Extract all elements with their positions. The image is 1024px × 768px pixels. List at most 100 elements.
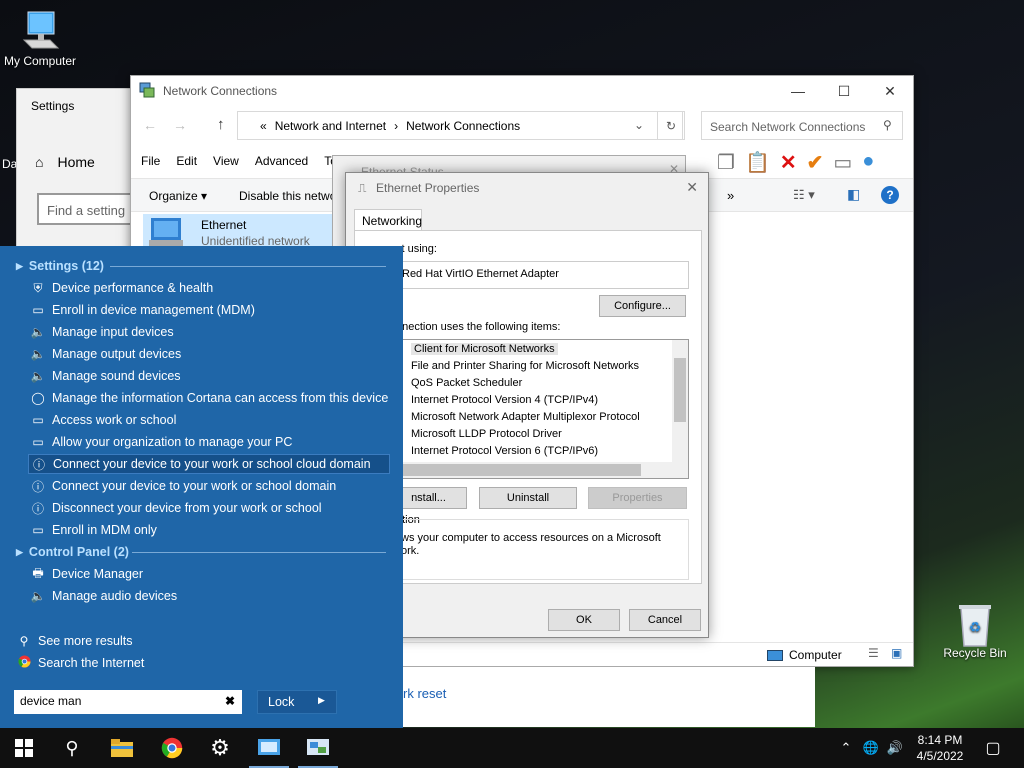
- checkmark-icon[interactable]: ✔: [807, 150, 824, 175]
- network-reset-link[interactable]: rk reset: [403, 686, 446, 701]
- start-search-input[interactable]: device man: [14, 690, 242, 714]
- chevron-down-icon[interactable]: ⌄: [634, 118, 644, 132]
- paste-icon[interactable]: 📋: [745, 150, 770, 175]
- status-computer-label: Computer: [789, 648, 842, 662]
- maximize-button[interactable]: ☐: [821, 76, 867, 106]
- search-input[interactable]: Search Network Connections: [701, 111, 903, 140]
- result-item[interactable]: 🔈 Manage input devices: [28, 322, 390, 342]
- breadcrumb-network-internet[interactable]: Network and Internet: [275, 119, 386, 133]
- lock-options-arrow-icon[interactable]: ▶: [318, 695, 325, 706]
- address-bar[interactable]: « Network and Internet › Network Connect…: [237, 111, 683, 140]
- minimize-button[interactable]: —: [775, 76, 821, 106]
- control-panel-taskbar-icon[interactable]: [245, 728, 293, 768]
- forward-arrow-icon[interactable]: →: [173, 117, 187, 133]
- help-icon[interactable]: ?: [881, 186, 899, 204]
- ok-button[interactable]: OK: [548, 609, 620, 631]
- see-more-results-link[interactable]: ⚲ See more results: [14, 631, 376, 651]
- globe-icon[interactable]: ●: [862, 150, 874, 175]
- list-item[interactable]: File and Printer Sharing for Microsoft N…: [411, 360, 639, 372]
- file-explorer-icon[interactable]: [98, 728, 146, 768]
- menu-view[interactable]: View: [213, 154, 239, 168]
- result-item[interactable]: ◯ Manage the information Cortana can acce…: [28, 388, 390, 408]
- adapter-name-field: Red Hat VirtIO Ethernet Adapter: [390, 261, 689, 289]
- network-connections-icon: [139, 82, 155, 101]
- volume-icon[interactable]: 🔊: [884, 728, 906, 768]
- divider: [132, 552, 386, 553]
- copy-icon[interactable]: ❐: [717, 150, 735, 175]
- search-internet-link[interactable]: Search the Internet: [14, 653, 376, 673]
- result-item[interactable]: 🔈 Manage audio devices: [28, 586, 390, 606]
- start-button[interactable]: [0, 728, 48, 768]
- configure-button[interactable]: Configure...: [599, 295, 686, 317]
- search-button[interactable]: ⚲: [48, 728, 96, 768]
- result-item[interactable]: 🔈 Manage output devices: [28, 344, 390, 364]
- horizontal-scrollbar[interactable]: [391, 462, 688, 478]
- result-item[interactable]: ⛨ Device performance & health: [28, 278, 390, 298]
- result-item-selected[interactable]: ⓘ Connect your device to your work or sch…: [28, 454, 390, 474]
- result-item[interactable]: ▭ Access work or school: [28, 410, 390, 430]
- settings-group-header[interactable]: ▶ Settings (12): [16, 256, 104, 276]
- list-item[interactable]: Microsoft LLDP Protocol Driver: [411, 428, 562, 440]
- result-item[interactable]: ⓘ Connect your device to your work or sch…: [28, 476, 390, 496]
- result-item[interactable]: ▭ Enroll in device management (MDM): [28, 300, 390, 320]
- clear-search-icon[interactable]: ✖: [225, 694, 235, 708]
- rename-icon[interactable]: ▭: [833, 150, 852, 175]
- menu-file[interactable]: File: [141, 154, 160, 168]
- network-connections-taskbar-icon[interactable]: [294, 728, 342, 768]
- back-arrow-icon[interactable]: ←: [143, 117, 157, 133]
- network-globe-icon[interactable]: 🌐: [860, 728, 882, 768]
- control-panel-group-header[interactable]: ▶ Control Panel (2): [16, 542, 129, 562]
- result-item[interactable]: ▭ Enroll in MDM only: [28, 520, 390, 540]
- lock-button[interactable]: Lock: [257, 690, 337, 714]
- desktop-icon-recycle-bin[interactable]: ♻ Recycle Bin: [935, 602, 1015, 660]
- list-item[interactable]: Microsoft Network Adapter Multiplexor Pr…: [411, 411, 640, 423]
- ethernet-adapter-item[interactable]: Ethernet Unidentified network: [143, 214, 333, 250]
- settings-gear-icon[interactable]: ⚙: [196, 728, 244, 768]
- preview-pane-icon[interactable]: ◧: [847, 186, 860, 203]
- vertical-scrollbar[interactable]: [672, 340, 688, 462]
- notifications-icon[interactable]: ▢: [978, 728, 1008, 768]
- result-item[interactable]: ▭ Allow your organization to manage your …: [28, 432, 390, 452]
- properties-button[interactable]: Properties: [588, 487, 687, 509]
- more-commands-button[interactable]: »: [727, 188, 734, 203]
- close-icon[interactable]: ✕: [686, 179, 698, 196]
- list-item[interactable]: Client for Microsoft Networks: [411, 343, 558, 355]
- breadcrumb-prefix: «: [260, 118, 267, 133]
- delete-icon[interactable]: ✕: [780, 150, 797, 175]
- network-status-window: rk reset: [403, 667, 815, 727]
- tab-networking[interactable]: Networking: [354, 209, 422, 231]
- settings-home-link[interactable]: ⌂ Home: [35, 154, 95, 170]
- menu-advanced[interactable]: Advanced: [255, 154, 308, 168]
- menu-edit[interactable]: Edit: [176, 154, 197, 168]
- description-box: ws your computer to access resources on …: [390, 519, 689, 580]
- show-hidden-icons-chevron-icon[interactable]: ⌃: [836, 728, 856, 768]
- close-button[interactable]: ✕: [867, 76, 913, 106]
- computer-icon: [20, 10, 60, 50]
- search-icon: ⚲: [19, 634, 29, 648]
- chrome-icon[interactable]: [148, 728, 196, 768]
- organize-button[interactable]: Organize ▾: [149, 189, 207, 203]
- chrome-icon: [16, 655, 32, 671]
- large-icons-view-icon[interactable]: ▣: [891, 646, 902, 660]
- list-item[interactable]: QoS Packet Scheduler: [411, 377, 522, 389]
- uninstall-button[interactable]: Uninstall: [479, 487, 577, 509]
- result-item[interactable]: ⓘ Disconnect your device from your work o…: [28, 498, 390, 518]
- desktop-icon-my-computer[interactable]: My Computer: [0, 10, 80, 68]
- clock[interactable]: 8:14 PM 4/5/2022: [904, 732, 976, 764]
- breadcrumb-network-connections[interactable]: Network Connections: [406, 119, 520, 133]
- info-icon: ⓘ: [32, 457, 45, 472]
- details-view-icon[interactable]: ☰: [868, 646, 879, 660]
- disable-device-button[interactable]: Disable this netwo: [239, 189, 336, 203]
- settings-title: Settings: [31, 99, 75, 113]
- result-item[interactable]: 🖶 Device Manager: [28, 564, 390, 584]
- desktop-icon-label: Recycle Bin: [943, 646, 1007, 660]
- refresh-button[interactable]: ↻: [657, 111, 685, 140]
- list-item[interactable]: Internet Protocol Version 6 (TCP/IPv6): [411, 445, 598, 457]
- cancel-button[interactable]: Cancel: [629, 609, 701, 631]
- view-options-icon[interactable]: ☷ ▾: [793, 187, 815, 203]
- up-arrow-icon[interactable]: ↑: [217, 116, 225, 133]
- speaker-icon: 🔈: [30, 369, 46, 383]
- result-item[interactable]: 🔈 Manage sound devices: [28, 366, 390, 386]
- list-item[interactable]: Internet Protocol Version 4 (TCP/IPv4): [411, 394, 598, 406]
- divider: [110, 266, 386, 267]
